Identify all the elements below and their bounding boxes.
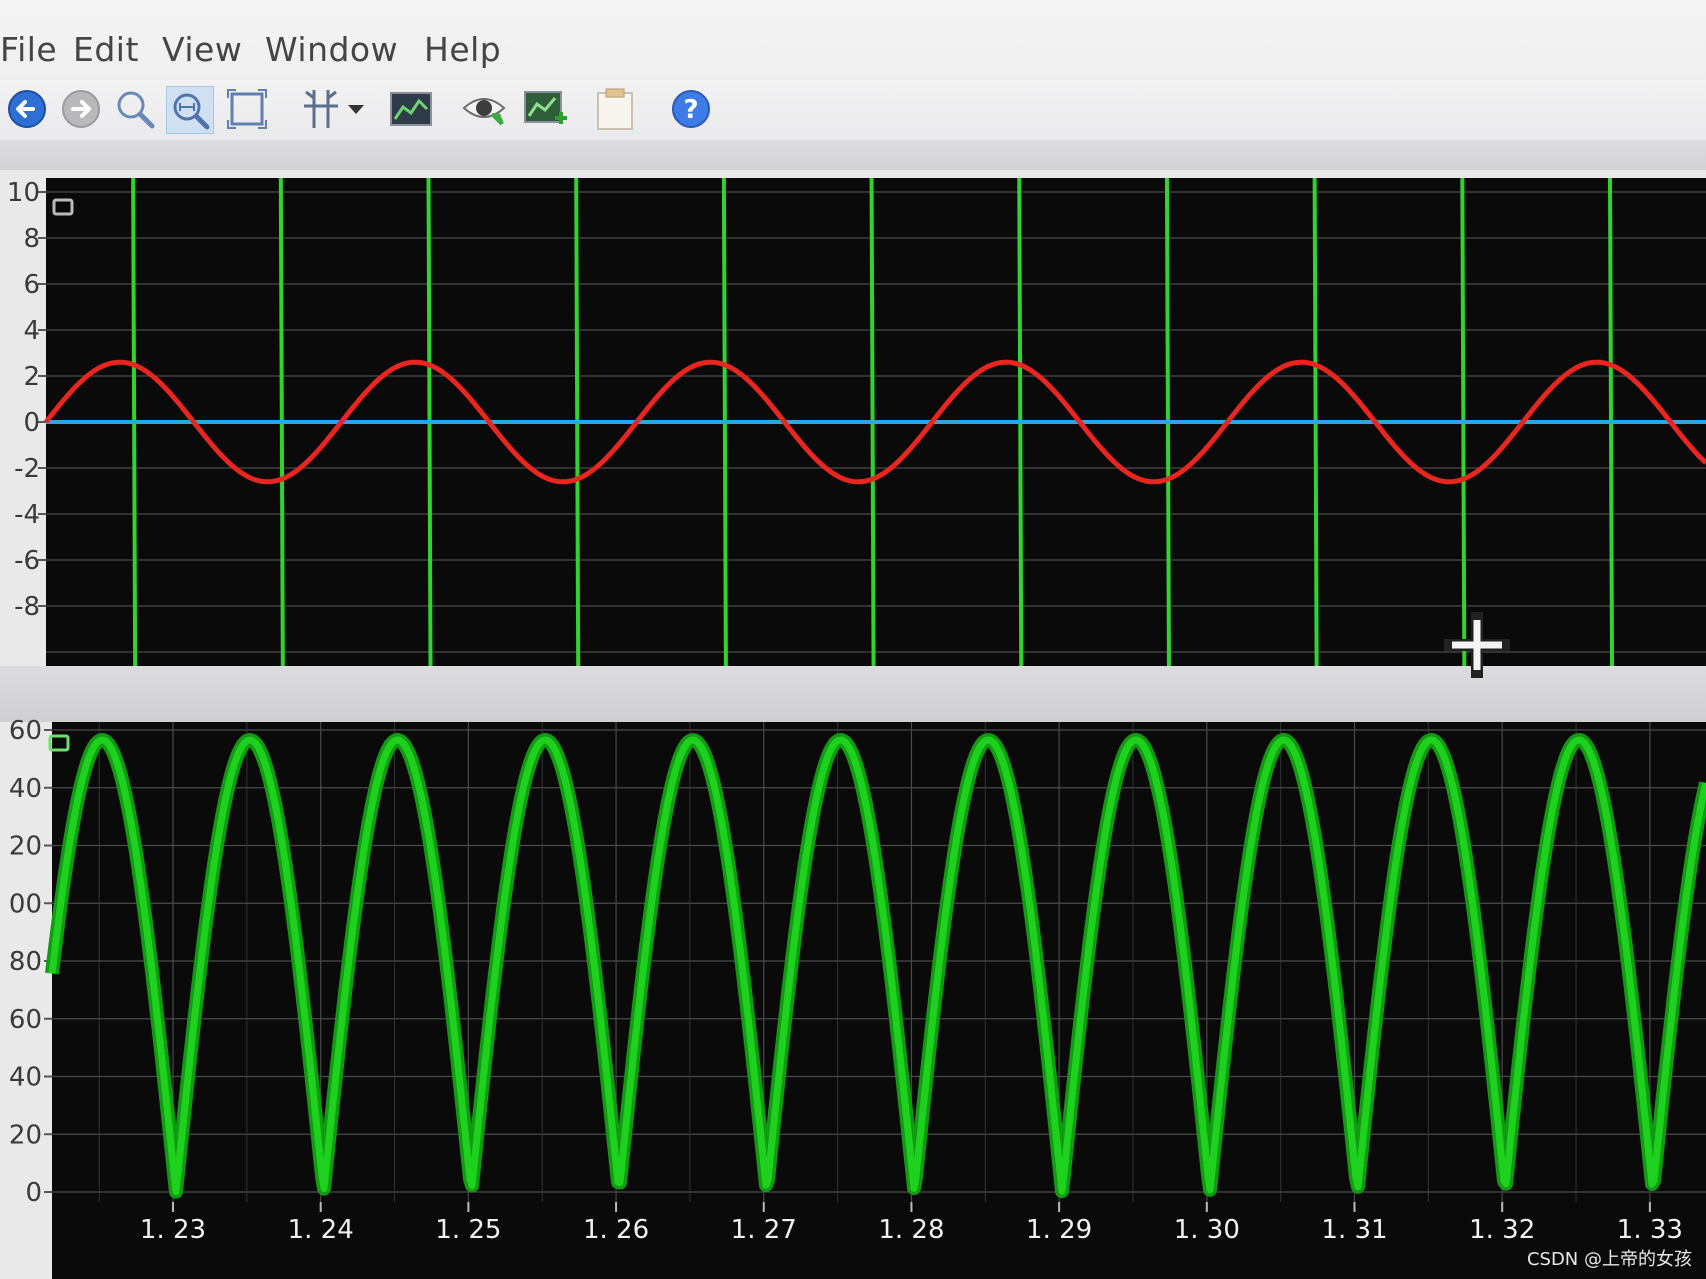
bottom-x-tick-label: 1. 28 <box>878 1215 944 1245</box>
top-y-tick-label: 8 <box>23 224 40 254</box>
bottom-y-tick-label: 20 <box>9 1120 42 1150</box>
bottom-y-tick-label: 0 <box>25 1178 42 1208</box>
bottom-x-tick-label: 1. 29 <box>1026 1215 1092 1245</box>
top-y-tick-label: 6 <box>23 270 40 300</box>
top-plot-marker-icon <box>52 198 74 216</box>
bottom-x-tick-label: 1. 31 <box>1321 1215 1387 1245</box>
bottom-x-tick-label: 1. 32 <box>1469 1215 1535 1245</box>
top-y-tick-label: -2 <box>14 454 40 484</box>
bottom-x-tick-label: 1. 33 <box>1617 1215 1683 1245</box>
watermark-text: CSDN @上帝的女孩 <box>1526 1249 1692 1270</box>
rectified-wave-series <box>48 736 1706 1196</box>
top-y-tick-label: 4 <box>23 316 40 346</box>
bottom-x-tick-label: 1. 23 <box>140 1215 206 1245</box>
bottom-y-tick-label: 20 <box>9 832 42 862</box>
bottom-x-tick-label: 1. 25 <box>435 1215 501 1245</box>
bottom-y-tick-label: 40 <box>9 774 42 804</box>
top-y-tick-label: -8 <box>14 592 40 622</box>
bottom-x-tick-label: 1. 24 <box>288 1215 354 1245</box>
bottom-x-tick-label: 1. 27 <box>731 1215 797 1245</box>
bottom-y-tick-label: 80 <box>9 947 42 977</box>
bottom-y-tick-label: 60 <box>9 716 42 746</box>
top-y-tick-label: 10 <box>7 178 40 208</box>
bottom-y-tick-label: 00 <box>9 889 42 919</box>
top-y-tick-label: 0 <box>23 408 40 438</box>
bottom-y-tick-label: 60 <box>9 1005 42 1035</box>
bottom-x-tick-label: 1. 30 <box>1174 1215 1240 1245</box>
bottom-x-tick-label: 1. 26 <box>583 1215 649 1245</box>
bottom-y-tick-label: 40 <box>9 1063 42 1093</box>
top-y-tick-label: -6 <box>14 546 40 576</box>
top-y-tick-label: 2 <box>23 362 40 392</box>
bottom-plot-marker-icon <box>48 734 70 752</box>
crosshair-cursor-icon <box>1444 612 1510 678</box>
top-y-tick-label: -4 <box>14 500 40 530</box>
